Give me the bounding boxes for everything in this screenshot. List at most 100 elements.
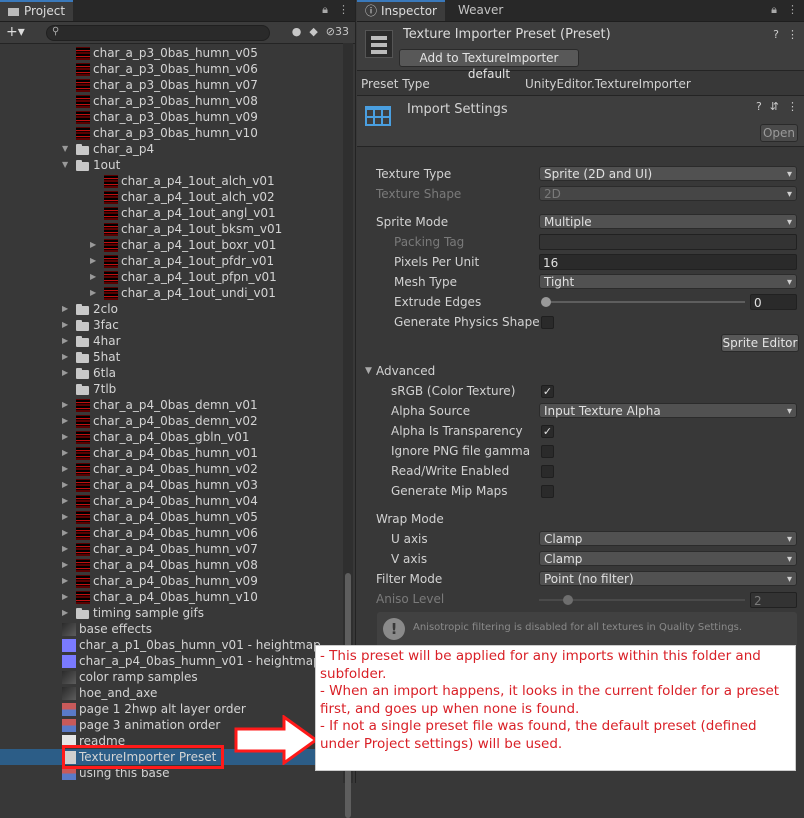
- mipmaps-checkbox[interactable]: [541, 485, 554, 498]
- expand-right-icon[interactable]: ▶: [90, 237, 100, 253]
- tree-row[interactable]: ▶ char_a_p4_0bas_humn_v01: [0, 445, 343, 461]
- expand-right-icon[interactable]: ▶: [90, 253, 100, 269]
- tree-row[interactable]: char_a_p3_0bas_humn_v09: [0, 109, 343, 125]
- expand-right-icon[interactable]: ▶: [62, 477, 72, 493]
- lock-icon[interactable]: 🔒︎: [771, 3, 777, 17]
- tree-row[interactable]: ▶ char_a_p4_0bas_humn_v09: [0, 573, 343, 589]
- open-button[interactable]: Open: [760, 124, 798, 142]
- expand-right-icon[interactable]: ▶: [62, 317, 72, 333]
- expand-right-icon[interactable]: ▶: [62, 397, 72, 413]
- tree-row[interactable]: char_a_p3_0bas_humn_v07: [0, 77, 343, 93]
- tree-row[interactable]: ▶ 5hat: [0, 349, 343, 365]
- search-by-type-icon[interactable]: ●: [292, 25, 302, 38]
- tree-row[interactable]: char_a_p3_0bas_humn_v10: [0, 125, 343, 141]
- tree-row[interactable]: char_a_p3_0bas_humn_v05: [0, 45, 343, 61]
- pixels-per-unit-input[interactable]: 16: [539, 254, 797, 270]
- lock-icon[interactable]: 🔒︎: [322, 3, 328, 17]
- alpha-transparency-checkbox[interactable]: ✓: [541, 425, 554, 438]
- expand-right-icon[interactable]: ▶: [90, 285, 100, 301]
- tree-row[interactable]: ▶ char_a_p4_0bas_demn_v01: [0, 397, 343, 413]
- tree-row[interactable]: ▼ char_a_p4: [0, 141, 343, 157]
- expand-right-icon[interactable]: ▶: [62, 461, 72, 477]
- expand-right-icon[interactable]: ▶: [62, 333, 72, 349]
- expand-right-icon[interactable]: ▶: [62, 541, 72, 557]
- more-menu-icon[interactable]: ⋮: [338, 3, 349, 17]
- expand-right-icon[interactable]: ▶: [62, 573, 72, 589]
- expand-right-icon[interactable]: ▶: [62, 589, 72, 605]
- tree-row[interactable]: base effects: [0, 621, 343, 637]
- expand-right-icon[interactable]: ▶: [62, 429, 72, 445]
- tree-row[interactable]: ▶ char_a_p4_1out_pfdr_v01: [0, 253, 343, 269]
- tree-row[interactable]: ▶ char_a_p4_1out_boxr_v01: [0, 237, 343, 253]
- tree-row[interactable]: char_a_p3_0bas_humn_v06: [0, 61, 343, 77]
- expand-right-icon[interactable]: ▶: [62, 493, 72, 509]
- create-plus-icon[interactable]: +▾: [6, 24, 25, 40]
- expand-right-icon[interactable]: ▶: [62, 605, 72, 621]
- tree-row[interactable]: char_a_p4_1out_bksm_v01: [0, 221, 343, 237]
- tree-row[interactable]: 7tlb: [0, 381, 343, 397]
- tree-row[interactable]: char_a_p4_1out_alch_v01: [0, 173, 343, 189]
- expand-right-icon[interactable]: ▶: [62, 413, 72, 429]
- tree-row[interactable]: ▶ char_a_p4_0bas_humn_v04: [0, 493, 343, 509]
- sprite-editor-button[interactable]: Sprite Editor: [721, 334, 799, 352]
- tree-row[interactable]: ▶ char_a_p4_1out_undi_v01: [0, 285, 343, 301]
- tree-row[interactable]: char_a_p1_0bas_humn_v01 - heightmap: [0, 637, 343, 653]
- alpha-source-dropdown[interactable]: Input Texture Alpha: [539, 403, 797, 419]
- help-icon[interactable]: ?: [773, 28, 779, 41]
- tree-row[interactable]: char_a_p4_1out_angl_v01: [0, 205, 343, 221]
- expand-right-icon[interactable]: ▶: [62, 557, 72, 573]
- extrude-slider-knob[interactable]: [541, 297, 551, 307]
- tree-row[interactable]: char_a_p3_0bas_humn_v08: [0, 93, 343, 109]
- tree-row[interactable]: ▶ char_a_p4_0bas_humn_v08: [0, 557, 343, 573]
- texture-type-dropdown[interactable]: Sprite (2D and UI): [539, 166, 797, 182]
- expand-down-icon[interactable]: ▼: [62, 141, 72, 157]
- tab-inspector[interactable]: ⓘ Inspector: [357, 0, 445, 21]
- tree-row[interactable]: ▶ char_a_p4_1out_pfpn_v01: [0, 269, 343, 285]
- expand-right-icon[interactable]: ▶: [62, 509, 72, 525]
- add-to-default-button[interactable]: Add to TextureImporter default: [399, 49, 579, 81]
- tree-row[interactable]: hoe_and_axe: [0, 685, 343, 701]
- expand-right-icon[interactable]: ▶: [62, 365, 72, 381]
- tree-row[interactable]: ▶ 4har: [0, 333, 343, 349]
- tree-row[interactable]: ▶ 3fac: [0, 317, 343, 333]
- tree-row[interactable]: ▶ char_a_p4_0bas_humn_v02: [0, 461, 343, 477]
- srgb-checkbox[interactable]: ✓: [541, 385, 554, 398]
- search-input[interactable]: ⚲: [46, 25, 270, 41]
- label-icon[interactable]: ◆: [309, 25, 317, 38]
- tree-row[interactable]: ▶ 2clo: [0, 301, 343, 317]
- physics-shape-checkbox[interactable]: [541, 316, 554, 329]
- expand-right-icon[interactable]: ▶: [62, 301, 72, 317]
- tree-row[interactable]: ▶ char_a_p4_0bas_demn_v02: [0, 413, 343, 429]
- help-icon[interactable]: ?: [756, 100, 762, 113]
- tab-weaver[interactable]: Weaver: [450, 0, 511, 21]
- tree-row[interactable]: ▶ timing sample gifs: [0, 605, 343, 621]
- advanced-label[interactable]: Advanced: [376, 362, 435, 380]
- tree-row[interactable]: color ramp samples: [0, 669, 343, 685]
- ignore-png-gamma-checkbox[interactable]: [541, 445, 554, 458]
- expand-right-icon[interactable]: ▶: [90, 269, 100, 285]
- tree-row[interactable]: ▼ 1out: [0, 157, 343, 173]
- tree-row[interactable]: ▶ char_a_p4_0bas_humn_v07: [0, 541, 343, 557]
- settings-sliders-icon[interactable]: ⇵: [770, 100, 779, 113]
- v-axis-dropdown[interactable]: Clamp: [539, 551, 797, 567]
- tree-row[interactable]: ▶ char_a_p4_0bas_humn_v06: [0, 525, 343, 541]
- expand-right-icon[interactable]: ▶: [62, 445, 72, 461]
- expand-right-icon[interactable]: ▶: [62, 349, 72, 365]
- tree-row[interactable]: ▶ char_a_p4_0bas_gbln_v01: [0, 429, 343, 445]
- tree-row[interactable]: ▶ 6tla: [0, 365, 343, 381]
- more-menu-icon[interactable]: ⋮: [787, 28, 798, 41]
- more-menu-icon[interactable]: ⋮: [787, 3, 798, 17]
- read-write-checkbox[interactable]: [541, 465, 554, 478]
- sprite-mode-dropdown[interactable]: Multiple: [539, 214, 797, 230]
- filter-mode-dropdown[interactable]: Point (no filter): [539, 571, 797, 587]
- tab-project[interactable]: Project: [0, 0, 74, 21]
- tree-row[interactable]: ▶ char_a_p4_0bas_humn_v03: [0, 477, 343, 493]
- tree-row[interactable]: ▶ char_a_p4_0bas_humn_v10: [0, 589, 343, 605]
- advanced-foldout-arrow[interactable]: ▼: [365, 366, 372, 376]
- tree-row[interactable]: char_a_p4_0bas_humn_v01 - heightmap: [0, 653, 343, 669]
- expand-right-icon[interactable]: ▶: [62, 525, 72, 541]
- tree-row[interactable]: ▶ char_a_p4_0bas_humn_v05: [0, 509, 343, 525]
- hidden-packages-icon[interactable]: ⊘33: [326, 25, 349, 38]
- u-axis-dropdown[interactable]: Clamp: [539, 531, 797, 547]
- expand-down-icon[interactable]: ▼: [62, 157, 72, 173]
